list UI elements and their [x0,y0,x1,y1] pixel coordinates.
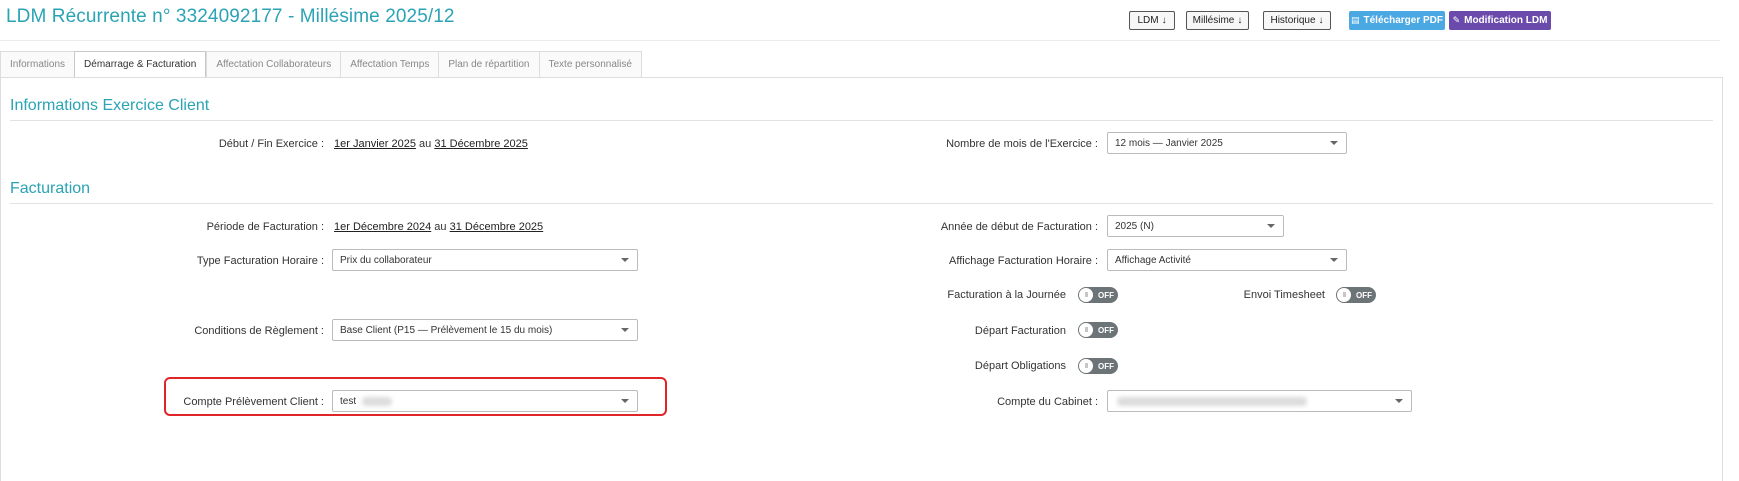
download-pdf-button[interactable]: ▤ Télécharger PDF [1349,11,1445,30]
chevron-down-icon [1330,258,1338,262]
annee-debut-facturation-value: 2025 (N) [1115,220,1154,232]
section-divider [10,203,1713,204]
toggle-knob: III [1079,359,1093,373]
redacted-text [1117,396,1307,406]
depart-facturation-label: Départ Facturation [974,325,1066,337]
millesime-dropdown-button[interactable]: Millésime ↓ [1186,11,1249,30]
facturation-journee-toggle[interactable]: III OFF [1078,287,1118,303]
toggle-state: OFF [1098,290,1114,300]
depart-obligations-label: Départ Obligations [974,360,1066,372]
pencil-icon: ✎ [1452,15,1461,25]
type-facturation-horaire-value: Prix du collaborateur [340,254,432,266]
toggle-state: OFF [1098,325,1114,335]
toggle-state: OFF [1356,290,1372,300]
type-facturation-horaire-select[interactable]: Prix du collaborateur [332,249,638,271]
header-divider [0,40,1720,41]
section-title-exercice: Informations Exercice Client [10,97,210,114]
envoi-timesheet-toggle[interactable]: III OFF [1336,287,1376,303]
annee-debut-facturation-label: Année de début de Facturation : [940,221,1098,233]
chevron-down-icon [1395,399,1403,403]
tab-bar: Informations Démarrage & Facturation Aff… [0,51,642,78]
affichage-facturation-horaire-label: Affichage Facturation Horaire : [949,255,1098,267]
affichage-facturation-horaire-value: Affichage Activité [1115,254,1191,266]
chevron-down-icon [621,328,629,332]
modification-ldm-button[interactable]: ✎ Modification LDM [1449,11,1551,30]
exercice-fin-link[interactable]: 31 Décembre 2025 [434,138,528,150]
historique-button-label: Historique [1270,15,1316,26]
type-facturation-horaire-label: Type Facturation Horaire : [196,255,324,267]
page-title: LDM Récurrente n° 3324092177 - Millésime… [6,6,455,27]
periode-fin-link[interactable]: 31 Décembre 2025 [450,221,544,233]
conditions-reglement-select[interactable]: Base Client (P15 — Prélèvement le 15 du … [332,319,638,341]
section-title-facturation: Facturation [10,180,91,197]
tab-informations[interactable]: Informations [0,51,75,78]
nb-mois-exercice-label: Nombre de mois de l'Exercice : [946,138,1098,150]
debut-fin-exercice-label: Début / Fin Exercice : [218,138,324,150]
ldm-dropdown-button[interactable]: LDM ↓ [1129,11,1175,30]
historique-dropdown-button[interactable]: Historique ↓ [1263,11,1331,30]
exercice-joiner: au [419,138,432,150]
arrow-down-icon: ↓ [1237,15,1243,26]
periode-joiner: au [434,221,447,233]
millesime-button-label: Millésime [1192,15,1235,26]
debut-fin-exercice-value: 1er Janvier 2025 au 31 Décembre 2025 [334,138,528,150]
compte-cabinet-select[interactable] [1107,390,1412,412]
toggle-knob: III [1079,288,1093,302]
ldm-button-label: LDM [1137,15,1159,26]
toggle-state: OFF [1098,361,1114,371]
toggle-knob: III [1337,288,1351,302]
highlight-box [164,377,667,416]
depart-facturation-toggle[interactable]: III OFF [1078,322,1118,338]
envoi-timesheet-label: Envoi Timesheet [1243,289,1325,301]
exercice-debut-link[interactable]: 1er Janvier 2025 [334,138,416,150]
tab-plan-repartition[interactable]: Plan de répartition [438,51,539,78]
conditions-reglement-label: Conditions de Règlement : [194,325,324,337]
section-divider [10,120,1713,121]
conditions-reglement-value: Base Client (P15 — Prélèvement le 15 du … [340,324,553,336]
tab-affectation-collaborateurs[interactable]: Affectation Collaborateurs [206,51,341,78]
arrow-down-icon: ↓ [1161,15,1167,26]
periode-facturation-value: 1er Décembre 2024 au 31 Décembre 2025 [334,221,543,233]
chevron-down-icon [621,258,629,262]
periode-facturation-label: Période de Facturation : [206,221,324,233]
tab-affectation-temps[interactable]: Affectation Temps [340,51,439,78]
facturation-journee-label: Facturation à la Journée [947,289,1066,301]
modification-ldm-label: Modification LDM [1464,15,1548,26]
toggle-knob: III [1079,323,1093,337]
tab-demarrage-facturation[interactable]: Démarrage & Facturation [74,51,207,78]
file-icon: ▤ [1351,15,1360,25]
chevron-down-icon [1330,141,1338,145]
periode-debut-link[interactable]: 1er Décembre 2024 [334,221,431,233]
chevron-down-icon [1267,224,1275,228]
nb-mois-exercice-value: 12 mois — Janvier 2025 [1115,137,1223,149]
tab-texte-personnalise[interactable]: Texte personnalisé [538,51,642,78]
annee-debut-facturation-select[interactable]: 2025 (N) [1107,215,1284,237]
affichage-facturation-horaire-select[interactable]: Affichage Activité [1107,249,1347,271]
compte-cabinet-label: Compte du Cabinet : [997,396,1098,408]
download-pdf-label: Télécharger PDF [1363,15,1443,26]
depart-obligations-toggle[interactable]: III OFF [1078,358,1118,374]
nb-mois-exercice-select[interactable]: 12 mois — Janvier 2025 [1107,132,1347,154]
arrow-down-icon: ↓ [1318,15,1324,26]
